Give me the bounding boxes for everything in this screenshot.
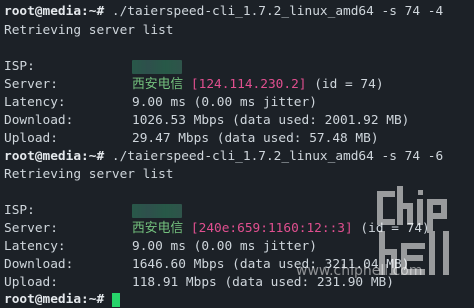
isp-row: ISP: [4,202,182,219]
download-value: 1026.53 Mbps (data used: 2001.92 MB) [132,113,410,128]
upload-value: 29.47 Mbps (data used: 57.48 MB) [132,131,379,146]
server-ip: [124.114.230.2] [190,77,307,92]
shell-prompt: root@media:~# [4,4,105,19]
shell-prompt: root@media:~# [4,292,105,307]
isp-label: ISP: [4,203,35,218]
command-line[interactable]: root@media:~# [4,291,120,308]
download-label: Download: [4,113,74,128]
upload-label: Upload: [4,275,58,290]
latency-label: Latency: [4,95,66,110]
redacted-isp [132,203,182,218]
latency-row: Latency: 9.00 ms (0.00 ms jitter) [4,94,317,111]
server-row: Server: 西安电信 [124.114.230.2] (id = 74) [4,76,384,93]
redacted-isp [132,59,182,74]
command-text: ./taierspeed-cli_1.7.2_linux_amd64 -s 74… [111,4,444,19]
command-line: root@media:~# ./taierspeed-cli_1.7.2_lin… [4,3,443,20]
server-name: 西安电信 [132,221,184,236]
latency-value: 9.00 ms (0.00 ms jitter) [132,95,317,110]
terminal-window[interactable]: root@media:~# ./taierspeed-cli_1.7.2_lin… [0,0,474,308]
isp-row: ISP: [4,58,182,75]
status-line: Retrieving server list [4,167,174,182]
server-label: Server: [4,77,58,92]
status-line: Retrieving server list [4,23,174,38]
latency-label: Latency: [4,239,66,254]
upload-label: Upload: [4,131,58,146]
watermark-url: www.chiphell.com [296,263,423,279]
download-label: Download: [4,257,74,272]
download-row: Download: 1026.53 Mbps (data used: 2001.9… [4,112,409,129]
latency-row: Latency: 9.00 ms (0.00 ms jitter) [4,238,317,255]
terminal-cursor [111,292,120,307]
server-id: (id = 74) [314,77,384,92]
isp-label: ISP: [4,59,35,74]
command-line: root@media:~# ./taierspeed-cli_1.7.2_lin… [4,148,443,165]
shell-prompt: root@media:~# [4,149,105,164]
server-label: Server: [4,221,58,236]
upload-row: Upload: 29.47 Mbps (data used: 57.48 MB) [4,130,379,147]
server-name: 西安电信 [132,77,184,92]
server-row: Server: 西安电信 [240e:659:1160:12::3] (id = … [4,220,430,237]
command-text: ./taierspeed-cli_1.7.2_linux_amd64 -s 74… [111,149,444,164]
latency-value: 9.00 ms (0.00 ms jitter) [132,239,317,254]
server-ip: [240e:659:1160:12::3] [190,221,353,236]
